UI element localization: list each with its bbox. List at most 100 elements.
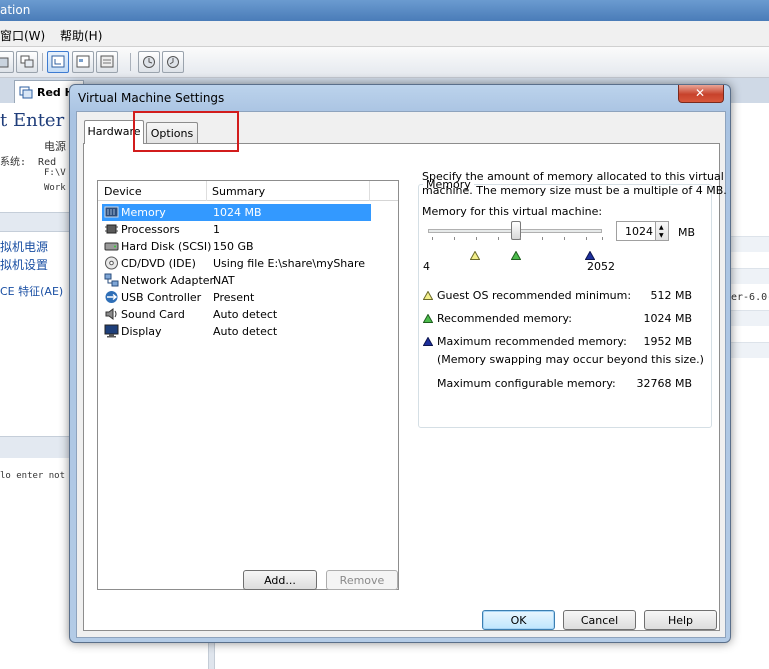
device-summary: 1024 MB bbox=[213, 206, 262, 219]
menu-help[interactable]: 帮助(H) bbox=[60, 27, 102, 44]
slider-tick bbox=[498, 237, 499, 240]
device-summary: Auto detect bbox=[213, 325, 278, 338]
device-row-usb-controller[interactable]: USB Controller Present bbox=[102, 289, 371, 306]
menu-window[interactable]: 窗口(W) bbox=[0, 27, 45, 44]
right-panel-text: er-6.0- bbox=[731, 292, 769, 303]
column-separator[interactable] bbox=[369, 181, 370, 201]
max-recommended-label: Maximum recommended memory: bbox=[437, 335, 627, 348]
toolbar-summary-view-button[interactable] bbox=[72, 51, 94, 73]
snapshot-icon bbox=[0, 57, 9, 68]
device-row-sound-card[interactable]: Sound Card Auto detect bbox=[102, 306, 371, 323]
link-vm-power[interactable]: 拟机电源 bbox=[0, 238, 48, 255]
max-configurable-value: 32768 MB bbox=[636, 377, 692, 390]
guest-min-label: Guest OS recommended minimum: bbox=[437, 289, 632, 302]
recommended-label: Recommended memory: bbox=[437, 312, 572, 325]
column-separator[interactable] bbox=[206, 181, 207, 201]
notes-placeholder: lo enter not bbox=[0, 471, 66, 481]
column-summary[interactable]: Summary bbox=[212, 185, 265, 198]
device-summary: 150 GB bbox=[213, 240, 254, 253]
max-configurable-label: Maximum configurable memory: bbox=[437, 377, 616, 390]
slider-tick bbox=[454, 237, 455, 240]
memory-value-spinner[interactable]: ▲ ▼ bbox=[656, 221, 669, 241]
memory-value-input[interactable]: 1024 bbox=[616, 221, 656, 241]
splitter[interactable] bbox=[208, 640, 215, 669]
toolbar-snapshot-button[interactable] bbox=[0, 51, 14, 73]
info-system-line: 系统: Red bbox=[0, 157, 57, 168]
device-name: CD/DVD (IDE) bbox=[121, 257, 196, 270]
slider-tick bbox=[476, 237, 477, 240]
slider-tick bbox=[564, 237, 565, 240]
thumbnail-icon bbox=[100, 55, 114, 68]
recommended-value: 1024 MB bbox=[643, 312, 692, 325]
device-list: Device Summary Memory 1024 MB Processors… bbox=[97, 180, 399, 590]
add-button[interactable]: Add... bbox=[243, 570, 317, 590]
slider-tick bbox=[542, 237, 543, 240]
right-panel-row bbox=[730, 310, 769, 326]
background-title-text: ation bbox=[0, 3, 31, 17]
close-button[interactable]: ✕ bbox=[678, 85, 724, 103]
right-panel-row bbox=[730, 268, 769, 284]
cancel-button[interactable]: Cancel bbox=[563, 610, 636, 630]
column-device[interactable]: Device bbox=[104, 185, 142, 198]
toolbar-snapshot-manager-button[interactable] bbox=[162, 51, 184, 73]
link-ace-features[interactable]: CE 特征(AE) bbox=[0, 283, 63, 299]
device-summary: Auto detect bbox=[213, 308, 278, 321]
menu-bar: 窗口(W) 帮助(H) bbox=[0, 21, 769, 47]
device-row-display[interactable]: Display Auto detect bbox=[102, 323, 371, 340]
slider-tick bbox=[432, 237, 433, 240]
guest-min-legend-icon bbox=[423, 291, 433, 300]
device-row-network-adapter[interactable]: Network Adapter NAT bbox=[102, 272, 371, 289]
toolbar-snapshot-take-button[interactable] bbox=[138, 51, 160, 73]
device-row-memory[interactable]: Memory 1024 MB bbox=[102, 204, 371, 221]
max-recommended-legend-icon bbox=[423, 337, 433, 346]
device-row-cd-dvd[interactable]: CD/DVD (IDE) Using file E:\share\myShare… bbox=[102, 255, 371, 272]
memory-swap-note: (Memory swapping may occur beyond this s… bbox=[437, 353, 704, 366]
ok-button[interactable]: OK bbox=[482, 610, 555, 630]
guest-min-value: 512 MB bbox=[650, 289, 692, 302]
windows-icon bbox=[20, 55, 34, 68]
slider-min-label: 4 bbox=[423, 260, 430, 273]
help-button[interactable]: Help bbox=[644, 610, 717, 630]
take-snapshot-icon bbox=[143, 56, 155, 68]
device-summary: 1 bbox=[213, 223, 220, 236]
info-path-line: F:\V bbox=[44, 168, 66, 178]
max-recommended-value: 1952 MB bbox=[643, 335, 692, 348]
spin-down-icon[interactable]: ▼ bbox=[659, 233, 664, 239]
toolbar-console-view-button[interactable] bbox=[47, 51, 69, 73]
device-name: Network Adapter bbox=[121, 274, 215, 287]
device-summary: NAT bbox=[213, 274, 235, 287]
device-name: Sound Card bbox=[121, 308, 185, 321]
close-icon: ✕ bbox=[695, 86, 706, 100]
device-row-hard-disk[interactable]: Hard Disk (SCSI) 150 GB bbox=[102, 238, 371, 255]
slider-max-label: 2052 bbox=[587, 260, 615, 273]
device-name: Display bbox=[121, 325, 162, 338]
toolbar-separator bbox=[42, 53, 43, 71]
right-panel-row bbox=[730, 236, 769, 252]
memory-description-line2: machine. The memory size must be a multi… bbox=[422, 184, 727, 197]
toolbar-thumbnail-button[interactable] bbox=[96, 51, 118, 73]
background-title-bar: ation bbox=[0, 0, 769, 21]
link-vm-settings[interactable]: 拟机设置 bbox=[0, 256, 48, 273]
spin-up-icon[interactable]: ▲ bbox=[659, 225, 664, 231]
memory-icon bbox=[104, 206, 119, 218]
notes-header bbox=[0, 436, 80, 458]
device-name: Processors bbox=[121, 223, 180, 236]
section-header bbox=[0, 212, 80, 232]
vm-icon bbox=[19, 85, 33, 102]
toolbar-windows-button[interactable] bbox=[16, 51, 38, 73]
console-view-icon bbox=[51, 55, 65, 68]
device-row-processors[interactable]: Processors 1 bbox=[102, 221, 371, 238]
slider-tick bbox=[602, 237, 603, 240]
right-panel bbox=[730, 103, 769, 669]
right-panel-row bbox=[730, 342, 769, 358]
display-icon bbox=[104, 324, 119, 338]
processor-icon bbox=[105, 224, 118, 234]
slider-tick bbox=[520, 237, 521, 240]
device-name: Memory bbox=[121, 206, 166, 219]
memory-unit-label: MB bbox=[678, 226, 696, 239]
info-power-label: 电源 bbox=[44, 140, 66, 153]
sound-card-icon bbox=[105, 308, 117, 320]
info-work-line: Work bbox=[44, 183, 66, 193]
dialog-title: Virtual Machine Settings bbox=[78, 91, 225, 105]
remove-button[interactable]: Remove bbox=[326, 570, 398, 590]
